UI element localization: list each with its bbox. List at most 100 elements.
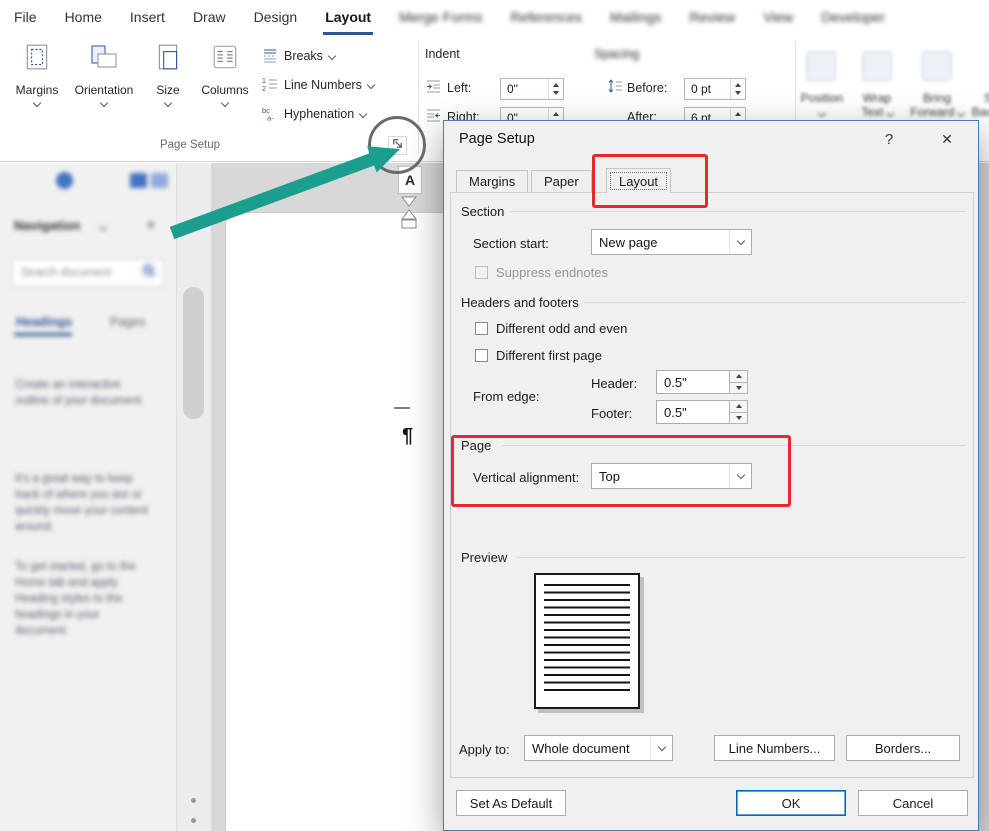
dialog-line-numbers-button[interactable]: Line Numbers... bbox=[714, 735, 835, 761]
ribbon-tab-file[interactable]: File bbox=[0, 0, 51, 35]
chevron-down-icon[interactable] bbox=[98, 222, 108, 232]
toolbar-icon[interactable] bbox=[56, 172, 73, 189]
indent-left-icon bbox=[426, 79, 441, 98]
search-icon[interactable] bbox=[139, 261, 159, 286]
borders-button[interactable]: Borders... bbox=[846, 735, 960, 761]
dialog-tab-margins[interactable]: Margins bbox=[456, 170, 529, 192]
hyphenation-button[interactable]: bc a- Hyphenation bbox=[262, 104, 368, 124]
scrollbar-track[interactable] bbox=[177, 163, 211, 831]
word-window: File Home Insert Draw Design Layout Merg… bbox=[0, 0, 989, 831]
header-spinner[interactable]: 0.5" bbox=[656, 370, 748, 394]
set-as-default-button[interactable]: Set As Default bbox=[456, 790, 566, 816]
vertical-alignment-label: Vertical alignment: bbox=[473, 470, 580, 485]
breaks-button[interactable]: Breaks bbox=[262, 46, 337, 66]
breaks-icon bbox=[262, 47, 278, 66]
stepper-buttons[interactable] bbox=[548, 79, 563, 99]
dialog-tab-layout[interactable]: Layout bbox=[606, 168, 672, 193]
dialog-title: Page Setup bbox=[459, 131, 535, 147]
spacing-before-label: Before: bbox=[627, 81, 668, 95]
ribbon-tab-references[interactable]: References bbox=[496, 0, 596, 35]
pilcrow-mark: ¶ bbox=[402, 425, 414, 447]
spacing-group-label: Spacing bbox=[594, 47, 640, 61]
ribbon-tab-design[interactable]: Design bbox=[240, 0, 312, 35]
section-group-label: Section bbox=[461, 204, 505, 219]
dialog-tab-paper[interactable]: Paper bbox=[531, 170, 592, 192]
wrap-text-icon bbox=[862, 51, 892, 81]
spinner-buttons[interactable] bbox=[729, 400, 748, 424]
nav-tab-pages[interactable]: Pages bbox=[110, 315, 145, 329]
indent-left-field[interactable]: 0" bbox=[500, 78, 564, 100]
ribbon-tab-mailings[interactable]: Mailings bbox=[596, 0, 675, 35]
chevron-down-icon bbox=[366, 80, 376, 90]
suppress-endnotes-checkbox[interactable] bbox=[475, 266, 488, 279]
indent-left-label: Left: bbox=[447, 81, 472, 95]
apply-to-select[interactable]: Whole document bbox=[524, 735, 673, 761]
size-button[interactable]: Size bbox=[146, 43, 190, 135]
group-separator bbox=[418, 41, 419, 153]
ribbon-tab-insert[interactable]: Insert bbox=[116, 0, 179, 35]
ribbon-tab-merge-forms[interactable]: Merge Forms bbox=[385, 0, 496, 35]
margins-button[interactable]: Margins bbox=[10, 43, 64, 135]
footer-spinner[interactable]: 0.5" bbox=[656, 400, 748, 424]
chevron-down-icon bbox=[650, 736, 672, 760]
position-icon bbox=[806, 51, 836, 81]
scrollbar-thumb[interactable] bbox=[183, 287, 204, 419]
cancel-button[interactable]: Cancel bbox=[858, 790, 968, 816]
page-group-label: Page bbox=[461, 438, 492, 453]
ruler-indent-markers-icon[interactable] bbox=[400, 196, 418, 245]
position-button[interactable]: Position bbox=[794, 91, 850, 119]
margin-tick bbox=[394, 407, 410, 409]
apply-to-label: Apply to: bbox=[459, 742, 510, 757]
focus-rect bbox=[610, 172, 668, 190]
svg-text:1: 1 bbox=[262, 78, 266, 85]
from-edge-label: From edge: bbox=[473, 389, 540, 404]
ribbon-tab-layout[interactable]: Layout bbox=[311, 0, 385, 35]
columns-button[interactable]: Columns bbox=[194, 43, 256, 135]
toolbar-icon[interactable] bbox=[151, 173, 168, 188]
orientation-button[interactable]: Orientation bbox=[66, 43, 142, 135]
ribbon-tab-review[interactable]: Review bbox=[675, 0, 749, 35]
ribbon-tab-draw[interactable]: Draw bbox=[179, 0, 240, 35]
line-numbers-button[interactable]: 12 Line Numbers bbox=[262, 75, 376, 95]
size-icon bbox=[154, 43, 182, 76]
tab-selector[interactable]: A bbox=[398, 166, 422, 194]
scroll-button[interactable] bbox=[191, 798, 196, 803]
wrap-text-button[interactable]: Wrap Text bbox=[848, 91, 906, 119]
chevron-down-icon bbox=[729, 464, 751, 488]
dialog-launcher-icon bbox=[391, 137, 404, 155]
spinner-buttons[interactable] bbox=[729, 370, 748, 394]
nav-empty-state-text: To get started, go to the Home tab and a… bbox=[15, 561, 136, 637]
section-start-select[interactable]: New page bbox=[591, 229, 752, 255]
dialog-help-button[interactable]: ? bbox=[878, 129, 900, 149]
suppress-endnotes-label: Suppress endnotes bbox=[496, 265, 609, 280]
spacing-before-field[interactable]: 0 pt bbox=[684, 78, 746, 100]
scroll-button[interactable] bbox=[191, 818, 196, 823]
nav-search-input[interactable]: Search document bbox=[12, 259, 164, 287]
ribbon-tab-home[interactable]: Home bbox=[51, 0, 116, 35]
headers-footers-group-label: Headers and footers bbox=[461, 295, 579, 310]
send-backward-button[interactable]: Send Backward bbox=[968, 91, 989, 119]
different-first-page-checkbox[interactable] bbox=[475, 349, 488, 362]
vertical-alignment-select[interactable]: Top bbox=[591, 463, 752, 489]
preview-group-label: Preview bbox=[461, 550, 508, 565]
chevron-down-icon bbox=[163, 98, 173, 108]
bring-forward-button[interactable]: Bring Forward bbox=[906, 91, 968, 119]
page-setup-dialog: Page Setup ? ✕ Margins Paper Layout Sect… bbox=[443, 120, 979, 831]
ribbon-tab-developer[interactable]: Developer bbox=[807, 0, 899, 35]
group-divider bbox=[502, 445, 966, 446]
different-odd-even-checkbox[interactable] bbox=[475, 322, 488, 335]
indent-group-label: Indent bbox=[425, 47, 460, 61]
group-divider bbox=[516, 557, 966, 558]
ok-button[interactable]: OK bbox=[736, 790, 846, 816]
stepper-buttons[interactable] bbox=[730, 79, 745, 99]
document-page[interactable] bbox=[225, 212, 443, 831]
toolbar-icon[interactable] bbox=[130, 173, 147, 188]
dialog-launcher-button[interactable] bbox=[388, 136, 407, 155]
preview-text-lines bbox=[544, 584, 630, 694]
nav-close-icon[interactable]: ✕ bbox=[146, 218, 156, 232]
ribbon-tab-view[interactable]: View bbox=[749, 0, 807, 35]
nav-tab-headings[interactable]: Headings bbox=[16, 315, 72, 329]
group-divider bbox=[584, 302, 966, 303]
chevron-down-icon bbox=[358, 109, 368, 119]
dialog-close-button[interactable]: ✕ bbox=[936, 129, 958, 149]
